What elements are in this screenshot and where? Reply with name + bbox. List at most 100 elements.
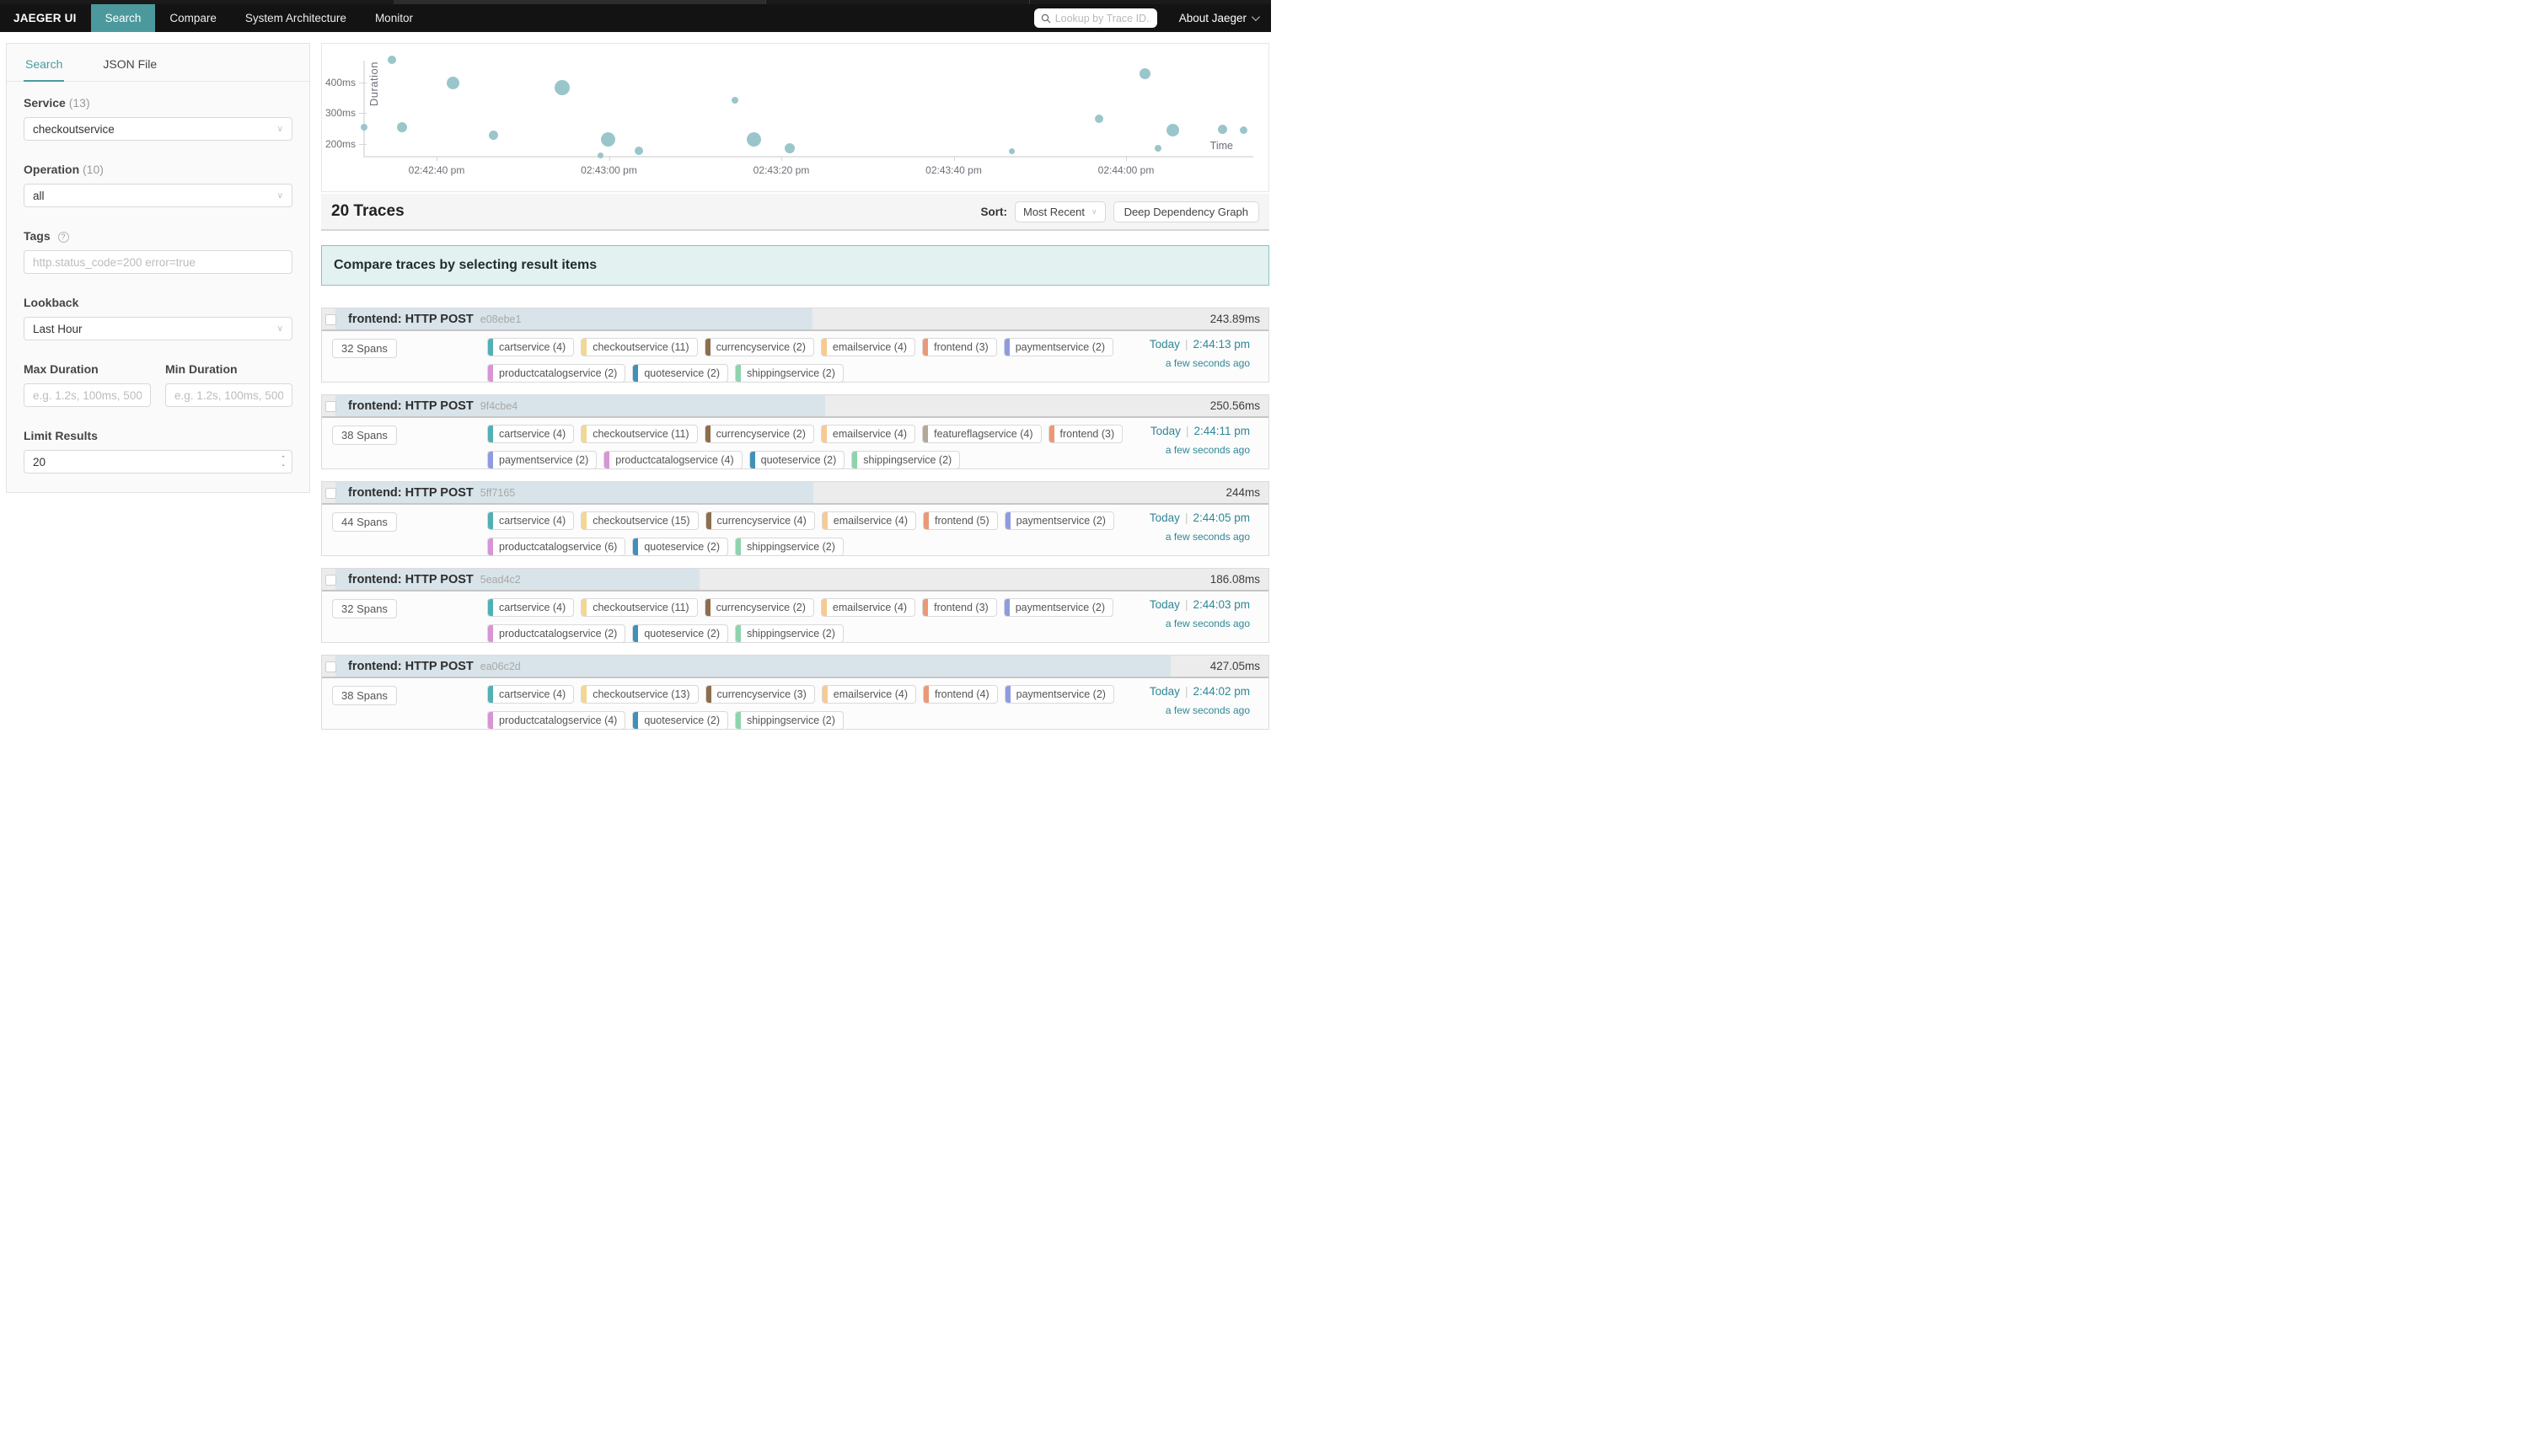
service-tag-list: cartservice (4)checkoutservice (15)curre… [487, 511, 1148, 556]
trace-time-link[interactable]: 2:44:03 pm [1193, 598, 1250, 611]
trace-select-checkbox[interactable] [325, 314, 336, 325]
tags-field-wrap [24, 250, 292, 274]
trace-scatter-point[interactable] [1218, 125, 1227, 134]
service-tag-checkoutservice: checkoutservice (11) [581, 598, 697, 617]
service-tag-shippingservice: shippingservice (2) [851, 451, 960, 469]
trace-select-checkbox[interactable] [325, 488, 336, 499]
service-tag-list: cartservice (4)checkoutservice (13)curre… [487, 685, 1148, 730]
tab-search[interactable]: Search [24, 57, 64, 81]
span-count-chip: 32 Spans [332, 599, 397, 618]
trace-date-link[interactable]: Today [1150, 511, 1180, 524]
service-tag-frontend: frontend (5) [923, 511, 998, 530]
trace-date-link[interactable]: Today [1150, 598, 1180, 611]
trace-date-link[interactable]: Today [1150, 338, 1180, 351]
trace-scatter-point[interactable] [1140, 68, 1150, 79]
service-tag-shippingservice: shippingservice (2) [735, 364, 844, 383]
operation-select[interactable]: all ∨ [24, 184, 292, 207]
service-tag-cartservice: cartservice (4) [487, 425, 574, 443]
trace-title: frontend: HTTP POST [348, 573, 474, 586]
trace-count: 20 Traces [331, 202, 405, 221]
trace-id: 9f4cbe4 [480, 400, 518, 412]
trace-relative-time: a few seconds ago [1150, 704, 1250, 716]
nav-menu: SearchCompareSystem ArchitectureMonitor [91, 4, 427, 32]
service-tag-cartservice: cartservice (4) [487, 511, 574, 530]
trace-time-link[interactable]: 2:44:05 pm [1193, 511, 1250, 524]
trace-result-card[interactable]: frontend: HTTP POST 5ead4c2 186.08ms 32 … [321, 568, 1269, 643]
results-header-bar: 20 Traces Sort: Most Recent ∨ Deep Depen… [321, 194, 1269, 231]
deep-dependency-graph-button[interactable]: Deep Dependency Graph [1113, 201, 1259, 222]
service-tag-productcatalogservice: productcatalogservice (2) [487, 624, 625, 643]
x-tick [609, 156, 610, 161]
service-tag-productcatalogservice: productcatalogservice (6) [487, 538, 625, 556]
about-jaeger-menu[interactable]: About Jaeger [1179, 12, 1258, 24]
limit-results-input[interactable] [33, 456, 283, 468]
trace-scatter-point[interactable] [785, 143, 795, 153]
y-axis-title: Duration [367, 62, 380, 106]
service-tag-productcatalogservice: productcatalogservice (4) [487, 711, 625, 730]
trace-select-checkbox[interactable] [325, 575, 336, 586]
trace-scatter-point[interactable] [732, 97, 738, 104]
trace-result-card[interactable]: frontend: HTTP POST ea06c2d 427.05ms 38 … [321, 655, 1269, 730]
trace-id: ea06c2d [480, 661, 521, 672]
trace-duration: 250.56ms [1210, 395, 1260, 416]
trace-scatter-point[interactable] [555, 80, 570, 95]
trace-result-card[interactable]: frontend: HTTP POST e08ebe1 243.89ms 32 … [321, 308, 1269, 383]
trace-scatter-point[interactable] [1095, 115, 1103, 123]
service-tag-currencyservice: currencyservice (2) [705, 425, 814, 443]
nav-item-monitor[interactable]: Monitor [361, 4, 427, 32]
lookback-select[interactable]: Last Hour ∨ [24, 317, 292, 340]
service-tag-productcatalogservice: productcatalogservice (2) [487, 364, 625, 383]
service-tag-paymentservice: paymentservice (2) [487, 451, 597, 469]
service-select[interactable]: checkoutservice ∨ [24, 117, 292, 141]
trace-scatter-point[interactable] [388, 56, 396, 64]
compare-banner-text: Compare traces by selecting result items [334, 258, 597, 273]
trace-card-body: 44 Spans cartservice (4)checkoutservice … [322, 505, 1268, 555]
find-traces-button[interactable]: Find Traces [213, 492, 292, 493]
chevron-down-icon [1252, 13, 1260, 21]
trace-scatter-point[interactable] [489, 131, 498, 140]
trace-scatter-point[interactable] [361, 124, 367, 131]
trace-result-card[interactable]: frontend: HTTP POST 9f4cbe4 250.56ms 38 … [321, 394, 1269, 469]
trace-date-link[interactable]: Today [1150, 685, 1180, 698]
help-icon[interactable]: ? [58, 232, 69, 243]
trace-scatter-point[interactable] [1166, 124, 1179, 136]
trace-scatter-point[interactable] [397, 122, 407, 132]
trace-time-link[interactable]: 2:44:02 pm [1193, 685, 1250, 698]
tab-json-file[interactable]: JSON File [101, 57, 158, 81]
trace-select-checkbox[interactable] [325, 661, 336, 672]
trace-timestamp: Today|2:44:03 pm a few seconds ago [1150, 598, 1250, 629]
nav-item-search[interactable]: Search [91, 4, 156, 32]
min-duration-input[interactable] [174, 389, 283, 402]
trace-time-link[interactable]: 2:44:13 pm [1193, 338, 1250, 351]
trace-result-card[interactable]: frontend: HTTP POST 5ff7165 244ms 44 Spa… [321, 481, 1269, 556]
trace-scatter-point[interactable] [601, 132, 615, 147]
app-logo: JAEGER UI [0, 4, 91, 32]
x-axis-line [363, 156, 1253, 158]
nav-item-system-architecture[interactable]: System Architecture [231, 4, 361, 32]
trace-timestamp: Today|2:44:13 pm a few seconds ago [1150, 338, 1250, 369]
trace-card-body: 38 Spans cartservice (4)checkoutservice … [322, 678, 1268, 729]
tags-input[interactable] [33, 256, 283, 269]
trace-scatter-point[interactable] [1009, 148, 1015, 154]
trace-date-link[interactable]: Today [1150, 425, 1181, 437]
trace-scatter-point[interactable] [598, 153, 603, 158]
max-duration-input[interactable] [33, 389, 142, 402]
sort-select[interactable]: Most Recent ∨ [1015, 201, 1106, 222]
trace-scatter-point[interactable] [747, 132, 761, 147]
trace-scatter-point[interactable] [1240, 126, 1247, 134]
nav-item-compare[interactable]: Compare [155, 4, 231, 32]
trace-select-checkbox[interactable] [325, 401, 336, 412]
service-tag-emailservice: emailservice (4) [821, 338, 915, 356]
trace-scatter-point[interactable] [1155, 145, 1161, 152]
trace-scatter-point[interactable] [447, 77, 459, 89]
service-tag-paymentservice: paymentservice (2) [1004, 598, 1113, 617]
number-stepper[interactable]: ⌃⌄ [281, 451, 286, 473]
trace-scatter-point[interactable] [635, 147, 643, 155]
trace-id-search[interactable] [1034, 8, 1157, 28]
trace-id-input[interactable] [1055, 13, 1150, 24]
trace-id: e08ebe1 [480, 313, 522, 325]
service-tag-productcatalogservice: productcatalogservice (4) [603, 451, 742, 469]
trace-time-link[interactable]: 2:44:11 pm [1193, 425, 1250, 437]
service-tag-frontend: frontend (4) [923, 685, 998, 704]
chevron-down-icon: ∨ [277, 324, 283, 334]
